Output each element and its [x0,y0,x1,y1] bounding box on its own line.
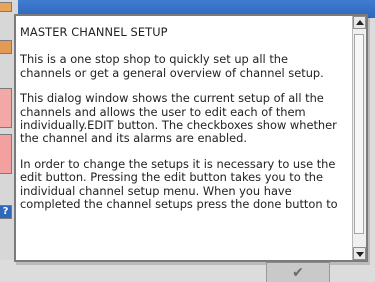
scroll-thumb[interactable] [354,34,364,234]
scroll-up-button[interactable] [353,16,366,29]
dialog-title: MASTER CHANNEL SETUP [20,25,168,39]
done-button[interactable]: ✔ [266,262,330,282]
help-button-label: ? [2,206,9,217]
dialog-content: MASTER CHANNEL SETUP This is a one stop … [16,16,354,260]
paragraph-3: In order to change the setups it is nece… [20,156,338,212]
scroll-down-button[interactable] [353,247,366,260]
pink-side-button[interactable] [0,88,12,128]
up-arrow-icon [356,20,364,25]
orange-side-button[interactable] [0,2,12,12]
orange-side-button-2[interactable] [0,40,12,54]
paragraph-2: This dialog window shows the current set… [20,91,337,146]
vertical-scrollbar[interactable] [352,16,366,260]
down-arrow-icon [356,252,364,257]
help-button[interactable]: ? [0,205,12,219]
master-channel-setup-dialog: MASTER CHANNEL SETUP This is a one stop … [14,14,368,262]
pink-side-button-2[interactable] [0,134,12,174]
paragraph-1: This is a one stop shop to quickly set u… [20,52,324,80]
checkmark-icon: ✔ [292,264,304,281]
